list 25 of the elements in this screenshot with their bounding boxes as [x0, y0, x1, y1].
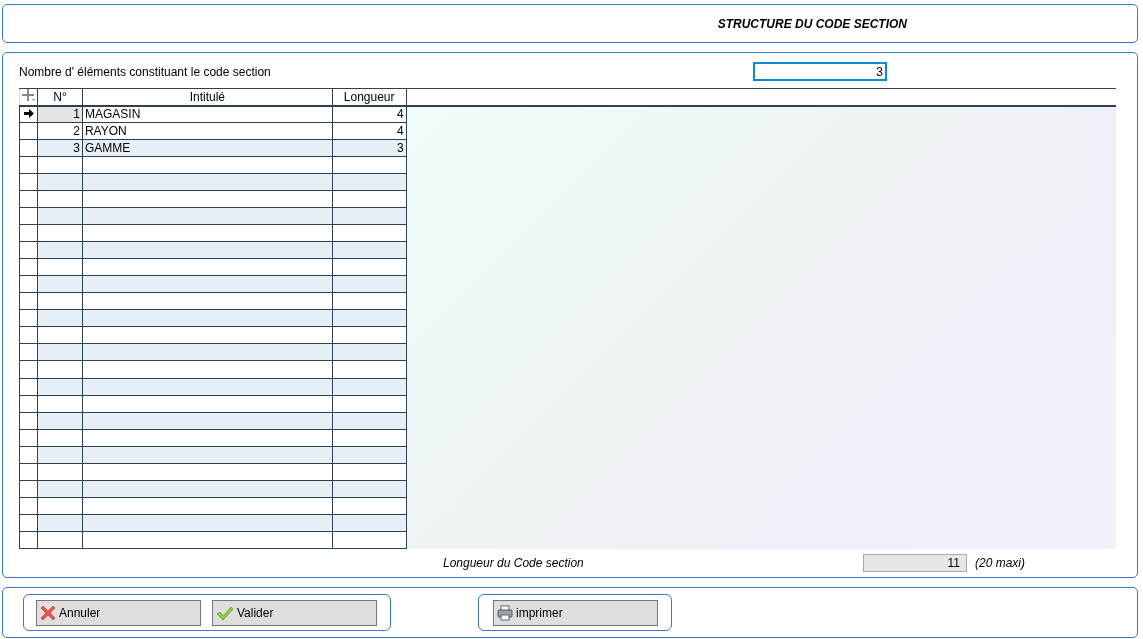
ok-button[interactable]: Valider [212, 599, 377, 626]
row-indicator[interactable] [19, 122, 38, 140]
total-label: Longueur du Code section [443, 556, 585, 570]
printer-icon [497, 604, 513, 621]
max-note: (20 maxi) [975, 556, 1025, 570]
table-cell: RAYON [82, 122, 333, 140]
table-cell: 4 [332, 105, 407, 123]
row-indicator[interactable] [19, 139, 38, 157]
close-icon [40, 604, 56, 621]
count-label: Nombre d' éléments constituant le code section [19, 64, 272, 79]
table-cell: 4 [332, 122, 407, 140]
form-title: STRUCTURE DU CODE SECTION [717, 16, 907, 31]
table-cell: MAGASIN [82, 105, 333, 123]
arrow-icon [23, 109, 34, 119]
table-cell: 2 [37, 122, 83, 140]
column-header: Intitulé [82, 88, 333, 106]
cancel-button[interactable]: Annuler [36, 599, 201, 626]
column-header: N° [37, 88, 83, 106]
checkmark-icon [216, 604, 234, 621]
row-indicator[interactable] [19, 105, 38, 123]
print-button[interactable]: imprimer [493, 599, 658, 626]
total-field: 11 [863, 554, 967, 572]
column-header: Longueur [332, 88, 407, 106]
add-row-icon[interactable] [22, 89, 35, 102]
count-field[interactable]: 3 [753, 62, 887, 81]
